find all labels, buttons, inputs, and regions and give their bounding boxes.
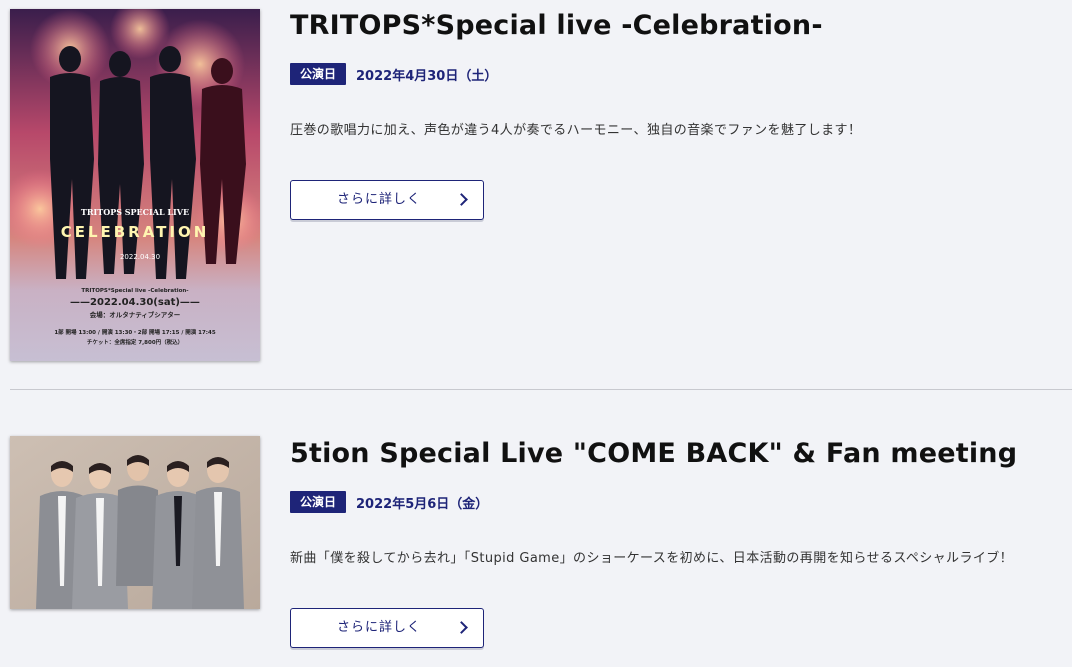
event-date: 2022年5月6日（金） (356, 496, 489, 512)
poster-illustration: TRITOPS SPECIAL LIVE CELEBRATION 2022.04… (10, 9, 260, 361)
event-title: 5tion Special Live "COME BACK" & Fan mee… (290, 438, 1018, 469)
event-card-tritops: TRITOPS SPECIAL LIVE CELEBRATION 2022.04… (10, 0, 1072, 389)
event-description: 圧巻の歌唱力に加え、声色が違う4人が奏でるハーモニー、独自の音楽でファンを魅了し… (290, 123, 862, 138)
more-details-label: さらに詳しく (336, 192, 421, 207)
svg-text:会場：オルタナティブシアター: 会場：オルタナティブシアター (90, 310, 181, 319)
more-details-button[interactable]: さらに詳しく (290, 608, 484, 648)
event-date-row: 公演日 2022年4月30日（土） (290, 63, 497, 85)
svg-text:CELEBRATION: CELEBRATION (61, 223, 210, 241)
event-group-photo[interactable] (10, 436, 260, 609)
event-date-row: 公演日 2022年5月6日（金） (290, 491, 488, 513)
svg-text:——2022.04.30(sat)——: ——2022.04.30(sat)—— (70, 297, 200, 308)
event-description: 新曲「僕を殺してから去れ」「Stupid Game」のショーケースを初めに、日本… (290, 551, 1014, 566)
more-details-button[interactable]: さらに詳しく (290, 180, 484, 220)
event-date: 2022年4月30日（土） (356, 68, 498, 84)
event-card-5tion: 5tion Special Live "COME BACK" & Fan mee… (10, 390, 1072, 667)
svg-text:TRITOPS SPECIAL LIVE: TRITOPS SPECIAL LIVE (81, 207, 189, 217)
performance-date-badge: 公演日 (290, 491, 347, 513)
event-poster-image[interactable]: TRITOPS SPECIAL LIVE CELEBRATION 2022.04… (10, 9, 260, 361)
event-title: TRITOPS*Special live -Celebration- (290, 10, 823, 41)
svg-text:チケット：全席指定 7,800円（税込）: チケット：全席指定 7,800円（税込） (87, 338, 183, 346)
svg-text:1部 開場 13:00 / 開演 13:30・2部 開場 1: 1部 開場 13:00 / 開演 13:30・2部 開場 17:15 / 開演 … (54, 328, 216, 336)
more-details-label: さらに詳しく (336, 620, 421, 635)
svg-text:2022.04.30: 2022.04.30 (120, 253, 160, 261)
performance-date-badge: 公演日 (290, 63, 347, 85)
group-photo-illustration (10, 436, 260, 609)
svg-text:TRITOPS*Special live -Celebrat: TRITOPS*Special live -Celebration- (81, 288, 188, 294)
